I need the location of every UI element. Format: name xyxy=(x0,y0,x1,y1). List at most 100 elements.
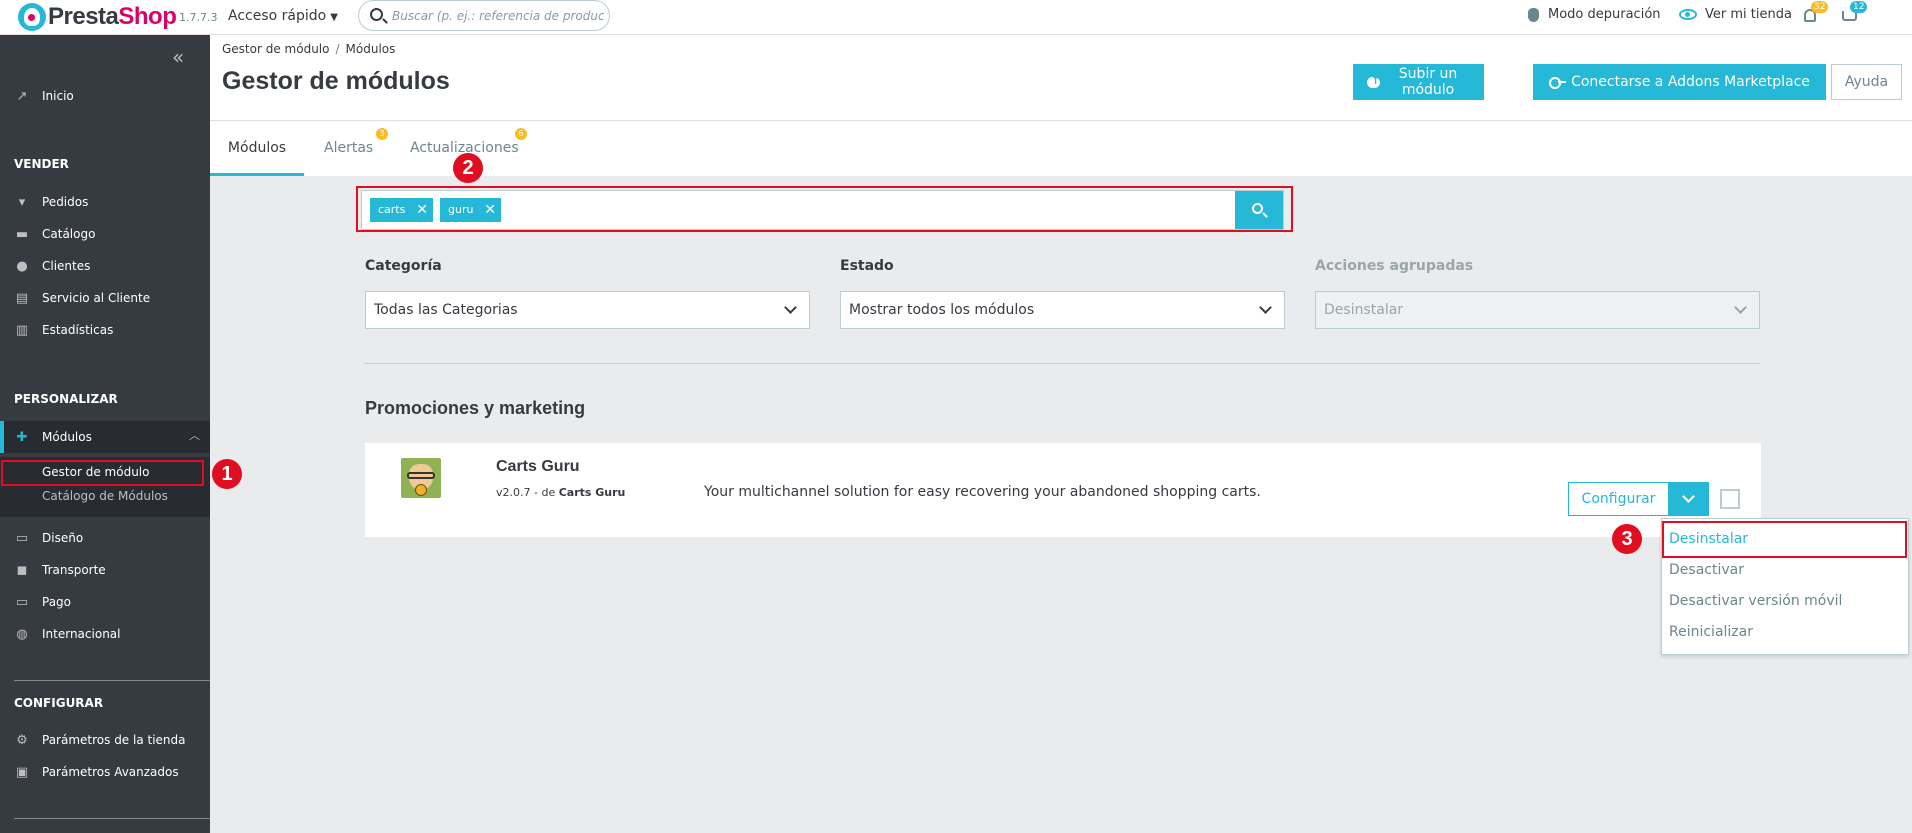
sidebar-item-label: Pago xyxy=(42,595,72,609)
search-tag-guru: guru ✕ xyxy=(440,198,501,222)
module-name: Carts Guru xyxy=(496,458,580,475)
sidebar-item-label: Clientes xyxy=(42,259,91,273)
search-icon[interactable] xyxy=(370,8,383,21)
step-marker-3: 3 xyxy=(1612,524,1642,554)
trending-icon: ↗ xyxy=(16,88,28,104)
category-select[interactable]: Todas las Categorias xyxy=(365,291,810,329)
sidebar-heading-personalizar: PERSONALIZAR xyxy=(14,392,118,406)
addons-marketplace-button[interactable]: Conectarse a Addons Marketplace xyxy=(1533,64,1826,100)
breadcrumb: Gestor de módulo / Módulos xyxy=(222,42,396,56)
collapse-sidebar-icon[interactable]: « xyxy=(172,45,184,69)
tab-alertas[interactable]: Alertas xyxy=(324,121,373,176)
sidebar-item-internacional[interactable]: ◍ Internacional xyxy=(0,621,210,647)
sidebar-item-label: Catálogo xyxy=(42,227,96,241)
chat-icon: ▤ xyxy=(15,290,29,306)
highlight-box-1 xyxy=(1,460,204,486)
brand-text-shop: Shop xyxy=(118,3,177,30)
close-icon[interactable]: ✕ xyxy=(416,198,428,222)
bulk-actions-label: Acciones agrupadas xyxy=(1315,258,1474,274)
store-icon: ▬ xyxy=(15,226,29,242)
bar-chart-icon: ▥ xyxy=(15,322,29,338)
status-select[interactable]: Mostrar todos los módulos xyxy=(840,291,1285,329)
module-search-box[interactable]: carts ✕ guru ✕ xyxy=(361,190,1284,230)
menu-item-desactivar[interactable]: Desactivar xyxy=(1669,562,1744,578)
status-select-value: Mostrar todos los módulos xyxy=(849,302,1035,318)
sidebar-item-servicio[interactable]: ▤ Servicio al Cliente xyxy=(0,285,210,311)
view-store-label: Ver mi tienda xyxy=(1705,7,1792,22)
quick-access-label: Acceso rápido xyxy=(228,8,327,24)
top-header: PrestaShop 1.7.7.3 Acceso rápido▼ Modo d… xyxy=(0,0,1912,35)
upload-module-label: Subir un módulo xyxy=(1398,66,1458,98)
monitor-icon: ▭ xyxy=(15,530,29,546)
debug-mode-link[interactable]: Modo depuración xyxy=(1528,7,1661,22)
sidebar-item-inicio[interactable]: ↗ Inicio xyxy=(0,83,210,109)
chevron-down-icon xyxy=(1682,490,1695,503)
sidebar-item-pedidos[interactable]: ▾ Pedidos xyxy=(0,189,210,215)
global-search xyxy=(358,0,610,31)
basket-icon: ▾ xyxy=(18,194,26,210)
menu-item-reinicializar[interactable]: Reinicializar xyxy=(1669,624,1753,640)
module-card: Carts Guru v2.0.7 - de Carts Guru Your m… xyxy=(365,443,1761,537)
sidebar-item-diseno[interactable]: ▭ Diseño xyxy=(0,525,210,551)
debug-mode-label: Modo depuración xyxy=(1548,7,1661,22)
module-version-text: v2.0.7 - de xyxy=(496,486,556,499)
sidebar-item-label: Estadísticas xyxy=(42,323,114,337)
module-author: Carts Guru xyxy=(558,486,626,499)
search-tag-carts: carts ✕ xyxy=(370,198,433,222)
puffin-logo-icon xyxy=(18,3,46,31)
configure-button[interactable]: Configurar xyxy=(1568,482,1669,516)
sidebar-item-pago[interactable]: ▭ Pago xyxy=(0,589,210,615)
module-version: v2.0.7 - de Carts Guru xyxy=(496,486,625,499)
close-icon[interactable]: ✕ xyxy=(484,198,496,222)
puzzle-icon: ✚ xyxy=(16,429,28,445)
sidebar-divider xyxy=(14,818,210,819)
search-tag-label: guru xyxy=(448,203,474,216)
module-description: Your multichannel solution for easy reco… xyxy=(704,484,1261,500)
sidebar-item-catalogo[interactable]: ▬ Catálogo xyxy=(0,221,210,247)
chevron-up-icon: ︿ xyxy=(189,429,200,442)
sidebar-item-label: Pedidos xyxy=(42,195,89,209)
quick-access-menu[interactable]: Acceso rápido ▼ xyxy=(228,8,338,24)
breadcrumb-item[interactable]: Gestor de módulo xyxy=(222,42,329,56)
bug-icon xyxy=(1528,7,1539,22)
user-icon: ● xyxy=(16,258,28,274)
sidebar-item-label: Servicio al Cliente xyxy=(42,291,151,305)
view-store-link[interactable]: Ver mi tienda xyxy=(1679,7,1792,22)
module-search-button[interactable] xyxy=(1235,191,1283,229)
orders-count-badge: 12 xyxy=(1850,1,1868,13)
sidebar-item-label: Internacional xyxy=(42,627,121,641)
sidebar-item-estadisticas[interactable]: ▥ Estadísticas xyxy=(0,317,210,343)
tab-modulos[interactable]: Módulos xyxy=(210,121,304,176)
breadcrumb-item[interactable]: Módulos xyxy=(346,42,396,56)
notification-count-badge: 32 xyxy=(1811,1,1829,13)
category-select-value: Todas las Categorias xyxy=(374,302,518,318)
credit-card-icon: ▭ xyxy=(15,594,29,610)
module-select-checkbox[interactable] xyxy=(1720,489,1740,509)
orders-button[interactable]: 12 xyxy=(1840,1,1868,26)
step-marker-1: 1 xyxy=(212,459,242,489)
sidebar-item-modulos[interactable]: ✚ Módulos ︿ xyxy=(0,421,210,453)
module-actions-dropdown-button[interactable] xyxy=(1669,482,1709,516)
tab-label: Alertas xyxy=(324,140,374,156)
truck-icon: ◼ xyxy=(16,562,28,578)
upload-module-button[interactable]: Subir un módulo xyxy=(1353,64,1484,100)
sidebar-item-parametros-avanzados[interactable]: ▣ Parámetros Avanzados xyxy=(0,759,210,785)
chevron-down-icon xyxy=(1259,301,1272,314)
alerts-count-badge: 3 xyxy=(376,128,388,140)
sidebar-item-label: Parámetros Avanzados xyxy=(42,765,179,779)
notifications-button[interactable]: 32 xyxy=(1801,1,1829,26)
menu-item-desactivar-movil[interactable]: Desactivar versión móvil xyxy=(1669,593,1842,609)
search-input[interactable] xyxy=(392,7,604,25)
page-header: Gestor de módulo / Módulos Gestor de módul… xyxy=(210,35,1912,120)
sidebar-item-clientes[interactable]: ● Clientes xyxy=(0,253,210,279)
sidebar-item-parametros-tienda[interactable]: ⚙ Parámetros de la tienda xyxy=(0,727,210,753)
sidebar: « ↗ Inicio VENDER ▾ Pedidos ▬ Catálogo ● Cli… xyxy=(0,35,210,833)
chevron-down-icon xyxy=(784,301,797,314)
section-divider xyxy=(364,363,1760,364)
help-button[interactable]: Ayuda xyxy=(1831,64,1902,100)
sidebar-heading-vender: VENDER xyxy=(14,157,69,171)
key-icon xyxy=(1549,77,1567,89)
submenu-item-catalogo-modulos[interactable]: Catálogo de Módulos xyxy=(0,484,210,508)
prestashop-logo[interactable]: PrestaShop xyxy=(18,3,177,31)
sidebar-item-transporte[interactable]: ◼ Transporte xyxy=(0,557,210,583)
